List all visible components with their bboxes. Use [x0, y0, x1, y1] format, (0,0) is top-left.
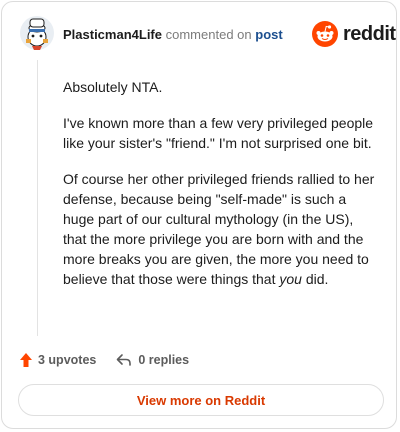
comment-paragraph: I've known more than a few very privileg… [63, 115, 374, 151]
post-link[interactable]: post [255, 27, 282, 42]
paragraph-text: Of course her other privileged friends r… [63, 171, 375, 287]
comment-paragraph: Absolutely NTA. [63, 79, 163, 95]
upvote-count: 3 upvotes [38, 353, 97, 367]
action-text: commented on [165, 27, 252, 42]
comment-footer: 3 upvotes 0 replies [19, 349, 189, 371]
view-more-button[interactable]: View more on Reddit [18, 384, 384, 416]
reddit-brand[interactable]: reddit [312, 21, 396, 47]
thread-line [37, 60, 38, 336]
upvotes[interactable]: 3 upvotes [19, 352, 96, 368]
reddit-wordmark: reddit [343, 22, 396, 45]
reply-arrow-icon [117, 354, 132, 366]
username[interactable]: Plasticman4Life [63, 27, 162, 42]
reply-count: 0 replies [138, 353, 190, 367]
reddit-logo-icon [312, 21, 338, 47]
emphasis-text: you [279, 271, 302, 287]
comment-paragraph: Of course her other privileged friends r… [63, 169, 375, 289]
comment-body: Absolutely NTA. I've known more than a f… [63, 77, 375, 305]
replies[interactable]: 0 replies [116, 353, 189, 367]
embedded-comment-card: Plasticman4Life commented on post reddit… [1, 1, 397, 429]
paragraph-text: did. [305, 271, 329, 287]
comment-header: Plasticman4Life commented on post [63, 27, 283, 43]
avatar[interactable] [19, 15, 55, 51]
upvote-arrow-icon [20, 353, 32, 367]
